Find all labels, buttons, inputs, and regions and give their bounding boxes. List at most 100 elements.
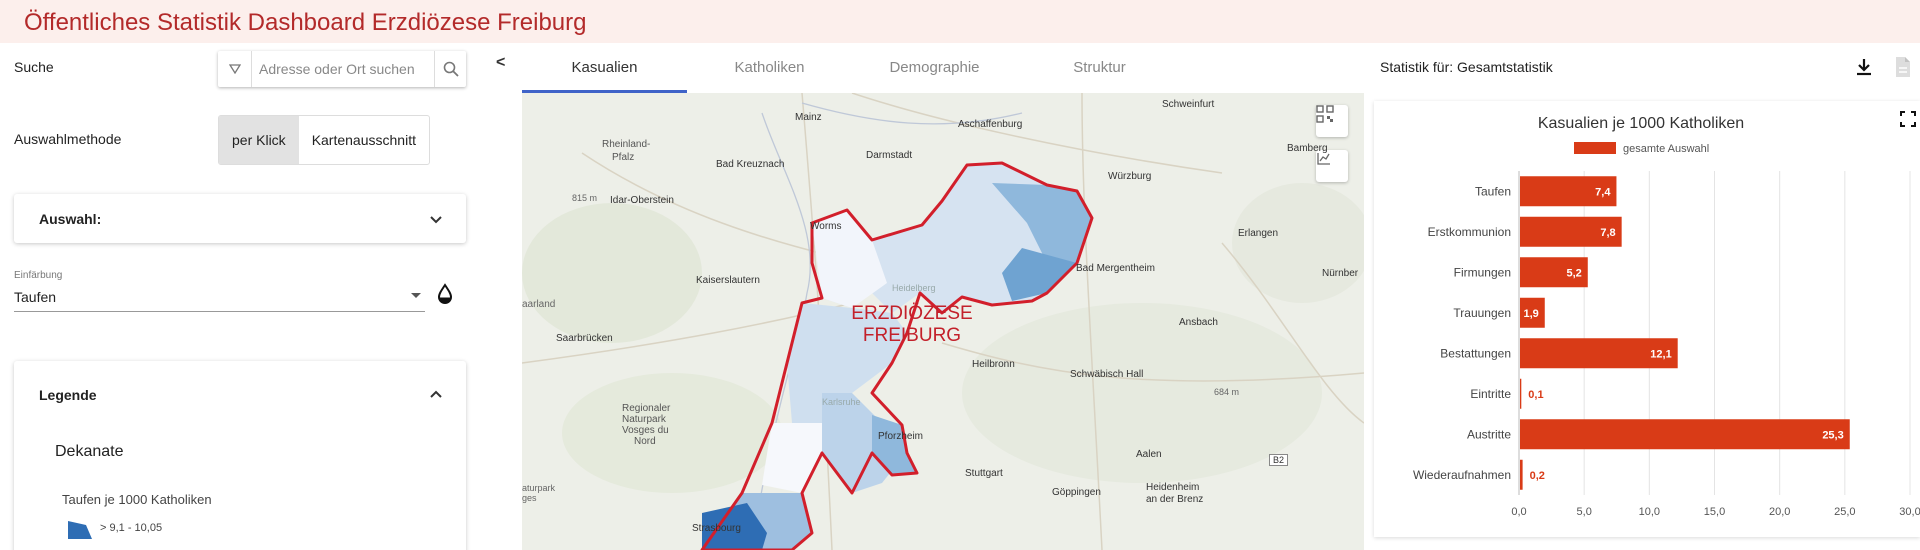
tab-bar: Kasualien Katholiken Demographie Struktu… [522, 43, 1364, 93]
x-tick-label: 15,0 [1704, 506, 1725, 518]
bar-value-label: 12,1 [1650, 348, 1671, 360]
select-arrow-icon [411, 293, 421, 298]
triangle-down-icon [228, 64, 241, 74]
x-tick-label: 10,0 [1639, 506, 1660, 518]
search-icon [443, 61, 459, 77]
color-drop-icon[interactable] [435, 283, 455, 305]
method-label: Auswahlmethode [14, 131, 122, 147]
map-label: Schwäbisch Hall [1070, 369, 1144, 380]
map-label: Vosges du [622, 425, 669, 436]
bar[interactable] [1520, 378, 1522, 409]
map-elevation: 684 m [1214, 387, 1240, 397]
statistics-title: Statistik für: Gesamtstatistik [1380, 59, 1553, 75]
x-tick-label: 30,0 [1899, 506, 1920, 518]
bar[interactable] [1520, 419, 1850, 450]
left-panel: Suche Auswahlmethode per Klick Kartenaus… [0, 43, 478, 550]
legend-item-label: > 9,1 - 10,05 [100, 522, 163, 534]
tab-demographie[interactable]: Demographie [852, 43, 1017, 93]
coloring-select-underline [14, 311, 425, 312]
map-label: Pforzheim [878, 431, 924, 442]
coloring-label: Einfärbung [14, 270, 63, 281]
bar-chart: Kasualien je 1000 Katholiken gesamte Aus… [1413, 115, 1920, 518]
legend-card: Legende Dekanate Taufen je 1000 Katholik… [14, 361, 466, 550]
category-label: Firmungen [1454, 265, 1511, 279]
collapse-panel-button[interactable]: < [496, 54, 505, 72]
search-button[interactable] [434, 51, 466, 87]
legend-swatch [68, 521, 92, 539]
map-label: Heidenheim [1146, 482, 1200, 493]
chart-title: Kasualien je 1000 Katholiken [1538, 115, 1744, 132]
bar-value-label: 25,3 [1822, 429, 1843, 441]
bar-value-label: 7,4 [1595, 186, 1611, 198]
legend-group-title: Dekanate [55, 443, 124, 460]
diocese-label-line: ERZDIÖZESE [851, 303, 973, 324]
map-label: Karlsruhe [822, 397, 861, 407]
map-label: aarland [522, 299, 556, 310]
map-label: Würzburg [1108, 171, 1152, 182]
bar-value-label: 7,8 [1600, 227, 1615, 239]
statistics-panel: Statistik für: Gesamtstatistik Kasualien… [1364, 43, 1920, 550]
x-tick-label: 0,0 [1511, 506, 1526, 518]
map-label: Saarbrücken [556, 333, 613, 344]
x-tick-label: 5,0 [1577, 506, 1592, 518]
map-label: Nürnber [1322, 268, 1359, 279]
coloring-select[interactable]: Taufen [14, 289, 56, 305]
category-label: Trauungen [1453, 306, 1511, 320]
legend-subtitle: Taufen je 1000 Katholiken [62, 492, 212, 507]
category-label: Taufen [1475, 184, 1511, 198]
x-tick-label: 25,0 [1834, 506, 1855, 518]
bar-value-label: 0,2 [1530, 470, 1545, 482]
map-view-button[interactable] [1316, 150, 1348, 182]
map-label: Heidelberg [892, 283, 936, 293]
qr-code-button[interactable] [1316, 105, 1348, 137]
map-label: an der Brenz [1146, 494, 1204, 505]
diocese-label: ERZDIÖZESE FREIBURG [842, 303, 982, 347]
download-icon[interactable] [1854, 57, 1874, 77]
category-label: Bestattungen [1440, 346, 1511, 360]
map-label: Bamberg [1287, 143, 1328, 154]
search-mode-dropdown[interactable] [218, 51, 252, 87]
method-toggle: per Klick Kartenausschnitt [218, 115, 430, 165]
fullscreen-icon[interactable] [1900, 111, 1916, 127]
tab-katholiken[interactable]: Katholiken [687, 43, 852, 93]
selection-title: Auswahl: [39, 211, 102, 227]
tab-struktur[interactable]: Struktur [1017, 43, 1182, 93]
search-input[interactable] [252, 61, 434, 77]
map-label: Bad Kreuznach [716, 159, 785, 170]
app-header: Öffentliches Statistik Dashboard Erzdiöz… [0, 0, 1920, 43]
legend-title: Legende [39, 387, 97, 403]
bar-value-label: 1,9 [1523, 308, 1538, 320]
map-label: Schweinfurt [1162, 99, 1215, 110]
map-label: aturpark [522, 483, 556, 493]
map-label: Heilbronn [972, 359, 1015, 370]
map-label: Ansbach [1179, 317, 1218, 328]
category-label: Eintritte [1470, 387, 1511, 401]
road-sign: B2 [1269, 454, 1289, 466]
legend-swatch [1574, 142, 1616, 154]
category-label: Erstkommunion [1428, 225, 1511, 239]
bar-value-label: 5,2 [1566, 267, 1581, 279]
chart-card: Kasualien je 1000 Katholiken gesamte Aus… [1374, 101, 1920, 537]
diocese-label-line: FREIBURG [862, 325, 962, 346]
chart-legend-label: gesamte Auswahl [1623, 143, 1709, 155]
map-label: Idar-Oberstein [610, 195, 674, 206]
map-elevation: 815 m [572, 193, 598, 203]
map-label: Nord [634, 436, 656, 447]
method-map-extent-button[interactable]: Kartenausschnitt [299, 116, 429, 164]
map-label: Mainz [795, 112, 822, 123]
map-label: Regionaler [622, 403, 671, 414]
map-label: Göppingen [1052, 487, 1101, 498]
chevron-up-icon[interactable] [428, 386, 444, 402]
chevron-down-icon [430, 216, 442, 224]
category-label: Austritte [1467, 427, 1511, 441]
document-icon[interactable] [1894, 56, 1912, 78]
map-label: Bad Mergentheim [1076, 263, 1155, 274]
tab-kasualien[interactable]: Kasualien [522, 43, 687, 93]
selection-card[interactable]: Auswahl: [14, 194, 466, 243]
map-view[interactable]: Mainz Aschaffenburg Schweinfurt Rheinlan… [522, 93, 1364, 550]
map-label: Stuttgart [965, 468, 1003, 479]
bar[interactable] [1520, 459, 1523, 490]
map-label: ges [522, 493, 537, 503]
search-box [218, 51, 466, 87]
method-per-click-button[interactable]: per Klick [219, 116, 299, 164]
